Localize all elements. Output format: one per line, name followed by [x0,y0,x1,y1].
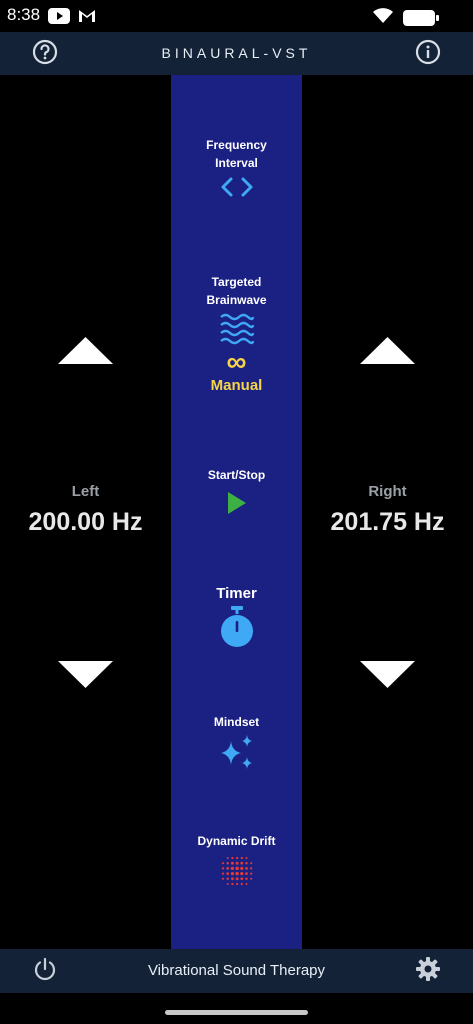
control-column: Frequency Interval Targeted Brainwave ∞ … [171,75,302,949]
dynamic-drift-button[interactable]: Dynamic Drift [171,832,302,887]
app-header: BINAURAL-VST [0,32,473,75]
right-frequency-up-button[interactable] [360,337,415,369]
waves-icon [171,313,302,345]
info-circle-icon [415,39,441,70]
start-stop-label: Start/Stop [207,468,266,482]
targeted-brainwave-label-line1: Targeted [211,275,262,289]
left-frequency-value: 200.00 Hz [28,508,143,536]
frequency-interval-button[interactable]: Frequency Interval [171,136,302,198]
left-frequency-down-button[interactable] [58,661,113,693]
status-bar: 8:38 [0,0,473,32]
infinity-icon: ∞ [226,346,247,377]
brainwave-mode-label: Manual [210,377,263,394]
wifi-icon [372,6,394,29]
left-channel-label: Left [71,483,100,500]
mindset-label: Mindset [213,715,260,729]
youtube-icon [48,8,70,29]
timer-button[interactable]: Timer [171,585,302,649]
stopwatch-icon [171,605,302,649]
battery-icon [403,9,439,26]
start-stop-button[interactable]: Start/Stop [171,466,302,515]
code-brackets-icon [171,176,302,198]
targeted-brainwave-label-line2: Brainwave [206,293,267,307]
dot-pattern-icon [171,855,302,887]
left-frequency-up-button[interactable] [58,337,113,369]
right-frequency-value: 201.75 Hz [330,508,445,536]
play-icon [171,491,302,515]
status-time: 8:38 [7,5,41,24]
bottom-bar: Vibrational Sound Therapy [0,949,473,993]
app-subtitle: Vibrational Sound Therapy [147,962,326,979]
app-title: BINAURAL-VST [161,45,312,61]
sparkles-icon [171,733,302,771]
targeted-brainwave-button[interactable]: Targeted Brainwave ∞ Manual [171,273,302,394]
settings-button[interactable] [413,956,443,986]
info-button[interactable] [413,39,443,69]
frequency-interval-label-line2: Interval [215,156,258,170]
mindset-button[interactable]: Mindset [171,713,302,771]
gmail-icon [78,8,96,29]
home-indicator[interactable] [165,1010,308,1015]
timer-label: Timer [216,585,257,602]
right-channel-label: Right [368,483,407,500]
gear-icon [415,956,441,987]
right-frequency-down-button[interactable] [360,661,415,693]
dynamic-drift-label: Dynamic Drift [197,834,276,848]
frequency-interval-label-line1: Frequency [206,138,267,152]
